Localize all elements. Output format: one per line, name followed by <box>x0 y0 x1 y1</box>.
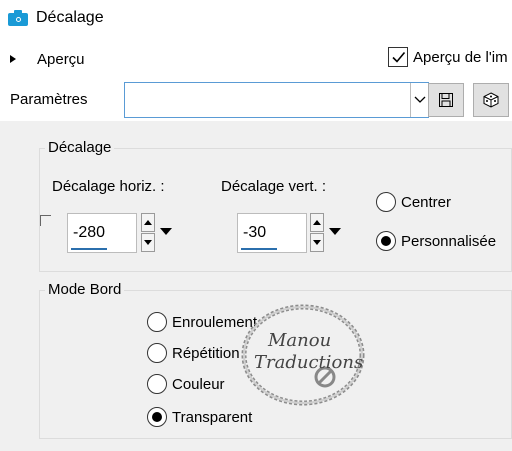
parametres-label: Paramètres <box>10 91 88 108</box>
vert-increment-button[interactable] <box>310 213 324 232</box>
vert-offset-stepper[interactable] <box>310 213 324 253</box>
parametres-row: Paramètres <box>10 82 512 118</box>
dice-icon <box>483 92 499 108</box>
decalage-group-title: Décalage <box>45 139 115 156</box>
window-title: Décalage <box>36 9 104 26</box>
save-preset-button[interactable] <box>428 83 464 117</box>
vert-dropdown-arrow-icon[interactable] <box>326 221 344 241</box>
radio-personnalisee[interactable]: Personnalisée <box>376 231 496 251</box>
watermark-line1: Manou <box>268 330 332 351</box>
expand-arrow-icon[interactable] <box>10 55 16 63</box>
radio-personnalisee-label: Personnalisée <box>401 232 497 250</box>
parametres-dropdown[interactable] <box>124 82 429 118</box>
small-corner-mark <box>40 215 51 226</box>
preview-checkbox-label: Aperçu de l'im <box>413 48 508 66</box>
radio-enroulement-circle[interactable] <box>147 312 167 332</box>
horiz-dropdown-arrow-icon[interactable] <box>157 221 175 241</box>
camera-icon <box>8 10 28 26</box>
mode-bord-group-title: Mode Bord <box>45 281 125 298</box>
radio-repetition[interactable]: Répétition <box>147 343 240 363</box>
horiz-offset-input[interactable]: -280 <box>67 213 137 253</box>
radio-repetition-circle[interactable] <box>147 343 167 363</box>
radio-couleur[interactable]: Couleur <box>147 374 225 394</box>
radio-couleur-label: Couleur <box>172 375 225 393</box>
horiz-offset-value: -280 <box>73 224 106 241</box>
radio-centrer-circle[interactable] <box>376 192 396 212</box>
watermark-line2: Traductions <box>254 352 364 373</box>
horiz-offset-stepper[interactable] <box>141 213 155 253</box>
radio-centrer-label: Centrer <box>401 193 452 211</box>
radio-transparent[interactable]: Transparent <box>147 407 252 427</box>
apercu-expander[interactable]: Aperçu <box>10 48 85 70</box>
horiz-offset-label: Décalage horiz. : <box>52 178 165 195</box>
radio-personnalisee-circle[interactable] <box>376 231 396 251</box>
save-icon <box>439 93 453 107</box>
vert-offset-value: -30 <box>243 224 267 241</box>
watermark-seal: Manou Traductions <box>240 303 366 407</box>
preview-checkbox-row[interactable]: Aperçu de l'im <box>388 47 508 67</box>
horiz-decrement-button[interactable] <box>141 233 155 252</box>
horiz-increment-button[interactable] <box>141 213 155 232</box>
preview-checkbox[interactable] <box>388 47 408 67</box>
radio-couleur-circle[interactable] <box>147 374 167 394</box>
chevron-down-icon[interactable] <box>410 83 428 117</box>
reset-button[interactable] <box>473 83 509 117</box>
radio-transparent-circle[interactable] <box>147 407 167 427</box>
vert-offset-input[interactable]: -30 <box>237 213 307 253</box>
vert-decrement-button[interactable] <box>310 233 324 252</box>
header-area: Décalage Aperçu Aperçu de l'im Paramètre… <box>0 0 512 121</box>
radio-repetition-label: Répétition <box>172 344 240 362</box>
apercu-label: Aperçu <box>37 50 85 68</box>
vert-offset-label: Décalage vert. : <box>221 178 327 195</box>
radio-transparent-label: Transparent <box>172 408 253 426</box>
radio-centrer[interactable]: Centrer <box>376 192 451 212</box>
title-bar: Décalage <box>8 6 104 30</box>
